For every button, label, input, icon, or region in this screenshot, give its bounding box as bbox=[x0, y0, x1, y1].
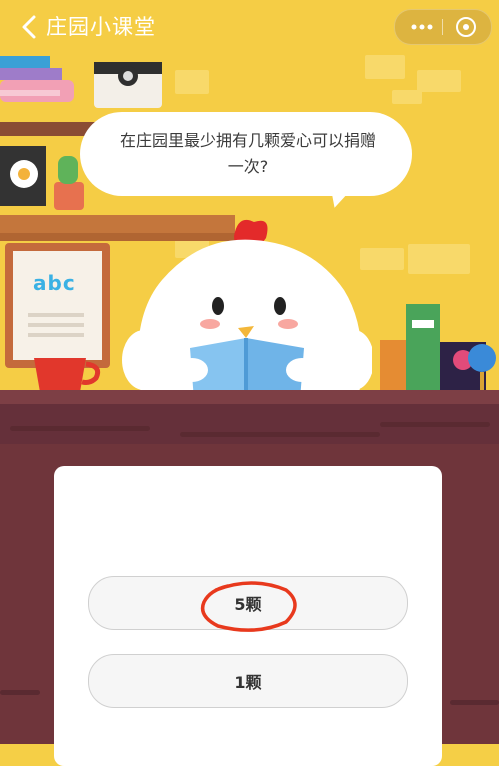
mini-program-capsule bbox=[394, 9, 492, 45]
books-illustration bbox=[380, 304, 496, 400]
close-mini-program-button[interactable] bbox=[447, 10, 485, 44]
desk-wood-grain bbox=[450, 700, 499, 705]
more-button[interactable] bbox=[403, 10, 441, 44]
card-line bbox=[28, 333, 84, 337]
abc-letters: abc bbox=[33, 271, 76, 295]
answer-option-label: 5颗 bbox=[234, 595, 262, 614]
wall-brick bbox=[408, 244, 470, 274]
picture-card: abc bbox=[13, 251, 102, 360]
capsule-divider bbox=[442, 19, 443, 35]
desk-wood-grain bbox=[180, 432, 380, 437]
more-dots-icon bbox=[411, 24, 433, 30]
desk-wood-grain bbox=[380, 422, 490, 427]
back-button[interactable] bbox=[16, 12, 46, 42]
card-line bbox=[28, 323, 84, 327]
answer-option-5[interactable]: 5颗 bbox=[88, 576, 408, 630]
picture-frame: abc bbox=[5, 243, 110, 368]
page-title: 庄园小课堂 bbox=[46, 15, 156, 39]
close-circle-icon bbox=[456, 17, 476, 37]
chevron-left-icon bbox=[22, 15, 36, 39]
wall-brick bbox=[365, 55, 405, 79]
answer-card: 5颗 1颗 bbox=[54, 466, 442, 766]
wall-brick bbox=[392, 90, 422, 104]
desk-wood-grain bbox=[0, 690, 40, 695]
desk-top-edge bbox=[0, 390, 499, 404]
top-bar: 庄园小课堂 bbox=[0, 0, 499, 54]
chick-mascot-illustration bbox=[122, 219, 372, 400]
answer-option-1[interactable]: 1颗 bbox=[88, 654, 408, 708]
question-bubble: 在庄园里最少拥有几颗爱心可以捐赠一次? bbox=[80, 112, 412, 196]
question-text: 在庄园里最少拥有几颗爱心可以捐赠一次? bbox=[119, 131, 376, 176]
answer-option-label: 1颗 bbox=[234, 673, 262, 692]
desk-wood-grain bbox=[10, 426, 150, 431]
wall-brick bbox=[417, 70, 461, 92]
card-line bbox=[28, 313, 84, 317]
